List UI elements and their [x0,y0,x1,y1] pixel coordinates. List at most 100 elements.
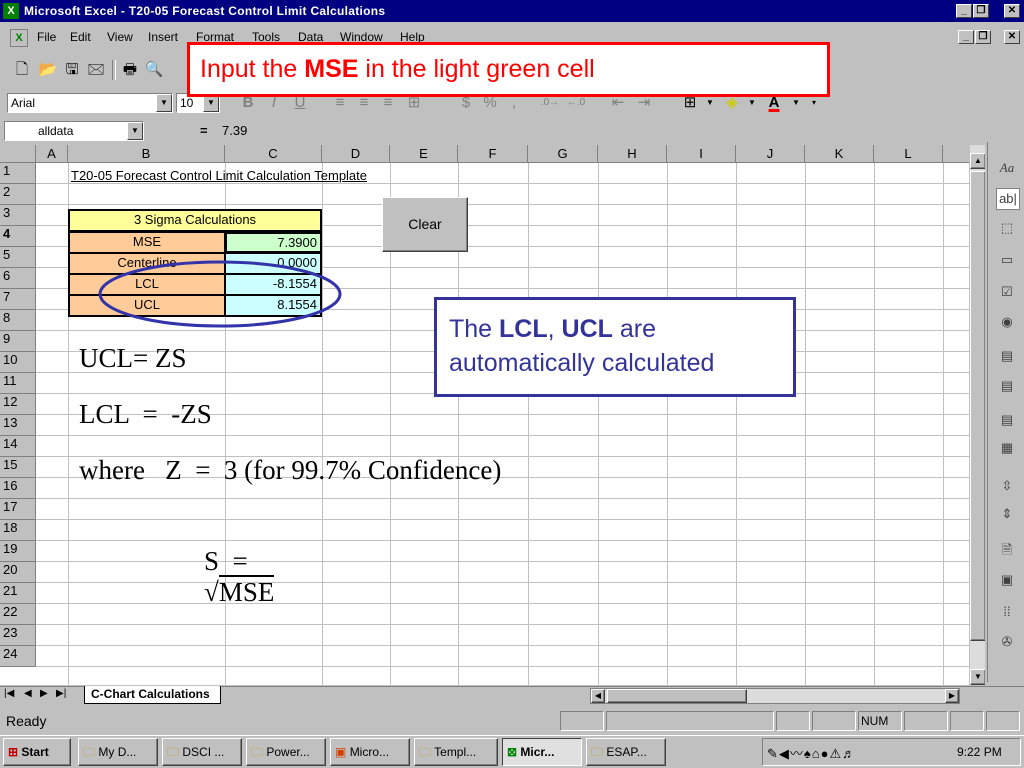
print-icon[interactable]: 🖶 [120,60,140,80]
col-header-e[interactable]: E [390,145,458,163]
group-box-icon[interactable]: ⬚ [996,218,1018,238]
menu-insert[interactable]: Insert [148,30,178,44]
row-header[interactable]: 13 [0,415,36,436]
row-header[interactable]: 23 [0,625,36,646]
col-header-c[interactable]: C [225,145,322,163]
toggle-grid-icon[interactable]: ⁞⁞ [996,602,1018,622]
new-icon[interactable]: 🗋 [12,60,32,80]
restore-icon[interactable]: ❐ [973,4,989,18]
sheet-tab-active[interactable]: C-Chart Calculations [84,686,221,704]
menu-view[interactable]: View [107,30,133,44]
email-icon[interactable]: 🖂 [86,60,106,80]
row-header[interactable]: 12 [0,394,36,415]
combo-dropdown-edit-icon[interactable]: ▦ [996,438,1018,458]
row-header[interactable]: 21 [0,583,36,604]
row-header[interactable]: 22 [0,604,36,625]
vertical-scrollbar[interactable]: ▲ ▼ [969,145,985,685]
col-header-h[interactable]: H [598,145,667,163]
doc-restore-icon[interactable]: ❐ [975,30,991,44]
row-header[interactable]: 15 [0,457,36,478]
list-box-icon[interactable]: ▤ [996,346,1018,366]
run-dialog-icon[interactable]: ✇ [996,632,1018,652]
taskbar-button[interactable]: 🗀 Power... [246,738,326,766]
col-header-g[interactable]: G [528,145,598,163]
taskbar-button[interactable]: ▣ Micro... [330,738,410,766]
checkbox-icon[interactable]: ☑ [996,282,1018,302]
next-sheet-icon[interactable]: ▶ [40,688,48,699]
combo-list-edit-icon[interactable]: ▤ [996,410,1018,430]
row-header[interactable]: 9 [0,331,36,352]
scroll-thumb[interactable] [970,171,985,641]
row-header[interactable]: 10 [0,352,36,373]
scroll-bar-tool-icon[interactable]: ⇳ [996,476,1018,496]
save-icon[interactable]: 🖫 [62,60,82,80]
table-header[interactable]: 3 Sigma Calculations [68,209,322,232]
excel-app-icon[interactable]: X [3,3,19,19]
sheet-title[interactable]: T20-05 Forecast Control Limit Calculatio… [71,167,367,185]
col-header-a[interactable]: A [36,145,68,163]
row-header[interactable]: 4 [0,226,36,247]
start-button[interactable]: ⊞ Start [3,738,71,766]
edit-box-icon[interactable]: ab| [996,188,1020,210]
menu-edit[interactable]: Edit [70,30,91,44]
close-icon[interactable]: ✕ [1004,4,1020,18]
select-all-corner[interactable] [0,145,36,163]
name-box[interactable]: alldata ▼ [4,121,144,141]
h-scroll-thumb[interactable] [607,689,747,703]
row-header[interactable]: 19 [0,541,36,562]
row-header[interactable]: 11 [0,373,36,394]
menu-file[interactable]: File [37,30,56,44]
col-header-i[interactable]: I [667,145,736,163]
tray-icons[interactable]: ✎◀〰♠⌂●⚠♬ [767,743,856,762]
scroll-up-icon[interactable]: ▲ [970,153,985,169]
horizontal-scrollbar[interactable]: ◀ ▶ [590,688,960,704]
row-header[interactable]: 6 [0,268,36,289]
taskbar-button-active[interactable]: ⊠ Micr... [502,738,582,766]
taskbar-button[interactable]: 🗀 ESAP... [586,738,666,766]
combo-box-icon[interactable]: ▤ [996,376,1018,396]
spinner-icon[interactable]: ⇕ [996,504,1018,524]
col-header-f[interactable]: F [458,145,528,163]
label-tool-icon[interactable]: Aa [996,158,1018,178]
row-header[interactable]: 7 [0,289,36,310]
row-header[interactable]: 1 [0,163,36,184]
edit-code-icon[interactable]: ▣ [996,570,1018,590]
control-properties-icon[interactable]: 🗎 [996,540,1018,560]
worksheet-grid[interactable]: A B C D E F G H I J K L 1 2 3 4 5 6 7 8 … [0,145,985,685]
row-header[interactable]: 5 [0,247,36,268]
scroll-down-icon[interactable]: ▼ [970,669,985,685]
scroll-left-icon[interactable]: ◀ [591,689,605,703]
row-header[interactable]: 20 [0,562,36,583]
doc-close-icon[interactable]: ✕ [1004,30,1020,44]
row-header[interactable]: 14 [0,436,36,457]
prev-sheet-icon[interactable]: ◀ [24,688,32,699]
button-tool-icon[interactable]: ▭ [996,250,1018,270]
option-button-icon[interactable]: ◉ [996,312,1018,332]
col-header-b[interactable]: B [68,145,225,163]
dropdown-arrow-icon[interactable]: ▼ [127,122,143,140]
row-header[interactable]: 3 [0,205,36,226]
row-header[interactable]: 2 [0,184,36,205]
scroll-right-icon[interactable]: ▶ [945,689,959,703]
col-header-d[interactable]: D [322,145,390,163]
dropdown-arrow-icon[interactable]: ▼ [156,94,172,112]
font-combo[interactable]: Arial ▼ [7,93,173,113]
taskbar-button[interactable]: 🗀 DSCI ... [162,738,242,766]
row-header[interactable]: 8 [0,310,36,331]
print-preview-icon[interactable]: 🔍 [144,60,164,80]
row-header[interactable]: 24 [0,646,36,667]
workbook-icon[interactable]: X [10,29,28,47]
label-mse[interactable]: MSE [68,232,225,253]
open-icon[interactable]: 📂 [38,60,58,80]
last-sheet-icon[interactable]: ▶| [56,688,66,699]
row-header[interactable]: 16 [0,478,36,499]
taskbar-button[interactable]: 🗀 Templ... [414,738,498,766]
clear-button[interactable]: Clear [382,197,468,252]
mse-input[interactable]: 7.3900 [225,232,322,253]
taskbar-button[interactable]: 🗀 My D... [78,738,158,766]
formula-input[interactable]: 7.39 [222,123,247,138]
col-header-l[interactable]: L [874,145,943,163]
row-header[interactable]: 18 [0,520,36,541]
col-header-j[interactable]: J [736,145,805,163]
doc-minimize-icon[interactable]: _ [958,30,974,44]
